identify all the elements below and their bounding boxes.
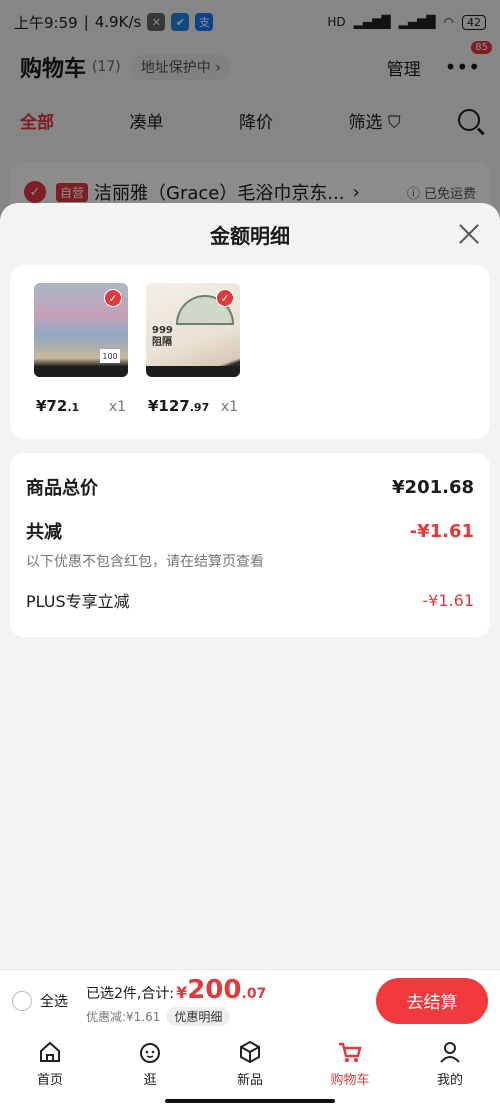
checkout-bar: 全选 已选2件,合计: ¥200.07 优惠减:¥1.61 优惠明细 去结算	[0, 969, 500, 1031]
nav-cart-label: 购物车	[330, 1073, 370, 1088]
amount-integer: 200	[187, 975, 242, 1005]
price-decimal: .1	[67, 401, 80, 414]
total-reduction-label: 共减	[26, 522, 62, 543]
total-amount: ¥200.07	[176, 975, 266, 1005]
profile-icon	[440, 1042, 460, 1063]
discount-note: 以下优惠不包含红包，请在结算页查看	[26, 554, 264, 570]
checkout-button[interactable]: 去结算	[376, 977, 488, 1024]
price-integer: ¥72	[36, 397, 68, 415]
total-price-label: 商品总价	[26, 478, 98, 499]
sheet-header: 金额明细	[0, 203, 500, 265]
select-all-label[interactable]: 全选	[40, 991, 68, 1011]
price-integer: ¥127	[148, 397, 190, 415]
amount-detail-sheet: 金额明细 100 ✓ ¥72.1 x1 999 阻隔 ✓ ¥127.97 x1 …	[0, 203, 500, 969]
discount-summary: 优惠减:¥1.61	[86, 1010, 161, 1024]
price-decimal: .97	[189, 401, 210, 414]
product-item[interactable]: 100 ✓ ¥72.1 x1	[34, 283, 128, 421]
currency-symbol: ¥	[176, 983, 188, 1002]
price-summary-card: 商品总价 ¥201.68 共减 -¥1.61 以下优惠不包含红包，请在结算页查看…	[10, 453, 490, 637]
umbrella-product-image: 999 阻隔 ✓	[146, 283, 240, 377]
product-price: ¥127.97	[148, 397, 209, 415]
nav-me[interactable]: 我的	[400, 1039, 500, 1111]
close-icon[interactable]	[458, 223, 480, 245]
towel-tag: 100	[100, 349, 120, 363]
home-icon	[40, 1041, 60, 1062]
total-reduction-row: 共减 -¥1.61	[26, 513, 474, 549]
plus-discount-label: PLUS专享立减	[26, 592, 130, 611]
product-quantity: x1	[108, 399, 126, 415]
select-all-radio[interactable]	[12, 990, 32, 1011]
bottom-nav: 首页 逛 新品 购物车 我的	[0, 1031, 500, 1111]
umbrella-image-text: 999 阻隔	[152, 325, 173, 349]
new-box-icon	[240, 1040, 260, 1064]
image-banner	[146, 366, 240, 377]
product-price: ¥72.1	[36, 397, 79, 415]
image-banner	[34, 366, 128, 377]
gesture-home-bar[interactable]	[165, 1099, 335, 1103]
product-list-card: 100 ✓ ¥72.1 x1 999 阻隔 ✓ ¥127.97 x1	[10, 265, 490, 439]
browse-face-icon	[140, 1043, 160, 1063]
towel-product-image: 100 ✓	[34, 283, 128, 377]
selected-check-icon: ✓	[216, 289, 234, 307]
total-price-value: ¥201.68	[392, 476, 474, 498]
plus-discount-row: PLUS专享立减 -¥1.61	[26, 579, 474, 621]
nav-new-label: 新品	[236, 1073, 263, 1088]
product-item[interactable]: 999 阻隔 ✓ ¥127.97 x1	[146, 283, 240, 421]
cart-icon	[339, 1042, 362, 1062]
umbrella-text-2: 阻隔	[152, 337, 172, 348]
total-block: 已选2件,合计: ¥200.07 优惠减:¥1.61 优惠明细	[86, 975, 266, 1026]
amount-decimal: .07	[241, 986, 267, 1002]
nav-browse-label: 逛	[143, 1073, 157, 1088]
selected-summary: 已选2件,合计:	[86, 986, 175, 1002]
sheet-title: 金额明细	[210, 223, 290, 248]
nav-home[interactable]: 首页	[0, 1039, 100, 1111]
nav-home-label: 首页	[36, 1073, 63, 1088]
total-reduction-value: -¥1.61	[409, 520, 474, 542]
umbrella-text-1: 999	[152, 325, 173, 336]
nav-me-label: 我的	[436, 1073, 463, 1088]
product-quantity: x1	[220, 399, 238, 415]
total-price-row: 商品总价 ¥201.68	[26, 467, 474, 507]
selected-check-icon: ✓	[104, 289, 122, 307]
discount-detail-button[interactable]: 优惠明细	[166, 1007, 231, 1026]
plus-discount-value: -¥1.61	[422, 590, 474, 610]
